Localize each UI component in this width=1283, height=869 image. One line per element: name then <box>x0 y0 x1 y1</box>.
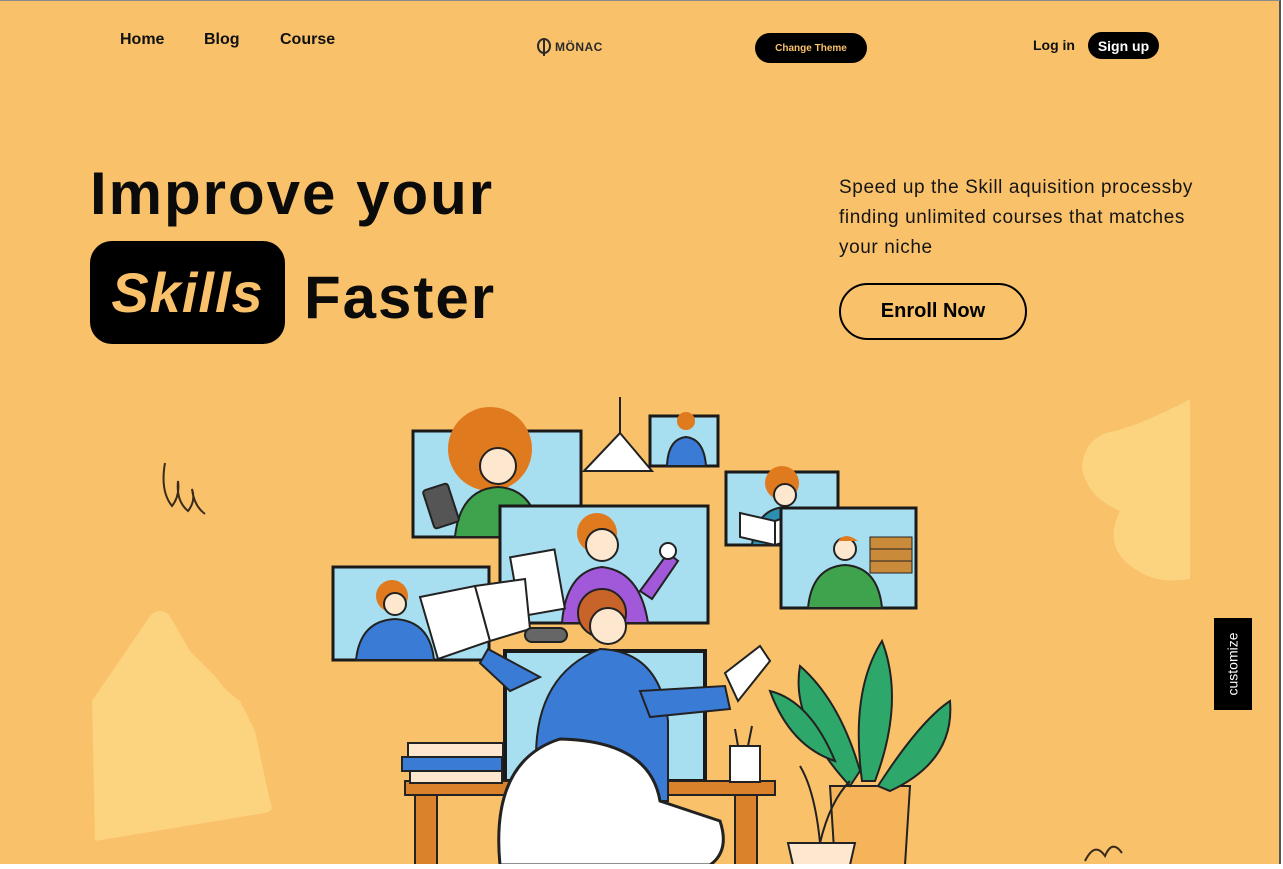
logo[interactable]: MÖNAC <box>536 37 603 57</box>
hero-title-line1: Improve your <box>90 160 495 227</box>
nav-home-link[interactable]: Home <box>120 31 164 49</box>
change-theme-button[interactable]: Change Theme <box>755 33 867 63</box>
nav-blog-link[interactable]: Blog <box>204 31 240 49</box>
nav-course-link[interactable]: Course <box>280 31 335 49</box>
login-link[interactable]: Log in <box>1033 37 1075 53</box>
customize-button[interactable]: customize <box>1214 618 1252 710</box>
skills-highlight-badge: Skills <box>90 241 285 344</box>
skills-highlight-text: Skills <box>111 261 264 324</box>
page-background: Home Blog Course MÖNAC Change Theme Log … <box>0 0 1281 864</box>
customize-label: customize <box>1225 632 1241 696</box>
online-learning-illustration <box>331 397 952 864</box>
hero-title-line2: Faster <box>304 264 497 331</box>
logo-icon <box>537 38 551 56</box>
enroll-now-button[interactable]: Enroll Now <box>839 283 1027 340</box>
signup-button[interactable]: Sign up <box>1088 32 1159 59</box>
logo-text: MÖNAC <box>555 40 603 54</box>
hero-description: Speed up the Skill aquisition processby … <box>839 177 1193 258</box>
